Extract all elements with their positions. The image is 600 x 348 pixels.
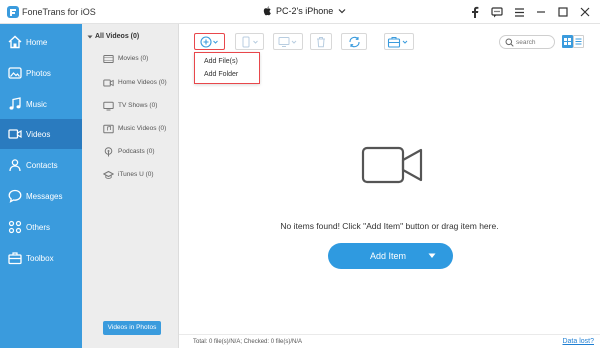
sidebar-item-home[interactable]: Home	[0, 27, 82, 57]
grid-view-icon	[564, 38, 571, 45]
sidebar-item-photos[interactable]: Photos	[0, 58, 82, 88]
menu-icon[interactable]	[512, 5, 526, 19]
category-all-videos[interactable]: All Videos (0)	[82, 30, 179, 44]
caret-down-icon[interactable]	[428, 253, 436, 259]
movie-icon	[103, 55, 114, 63]
sidebar-item-label: Contacts	[26, 161, 58, 170]
category-label: TV Shows (0)	[118, 102, 158, 109]
facebook-icon[interactable]	[468, 5, 482, 19]
search-box[interactable]	[499, 35, 555, 49]
refresh-button[interactable]	[341, 33, 367, 50]
music-icon	[9, 97, 21, 110]
list-view-icon	[575, 38, 582, 45]
app-logo-icon	[7, 6, 19, 18]
device-selector[interactable]: PC-2's iPhone	[263, 6, 347, 16]
podcast-icon	[104, 147, 113, 157]
sidebar-item-label: Toolbox	[26, 254, 54, 263]
toolbox-button[interactable]	[384, 33, 414, 50]
music-video-icon	[103, 124, 114, 134]
export-device-button[interactable]	[235, 33, 264, 50]
sidebar-item-label: Others	[26, 223, 51, 232]
export-pc-button[interactable]	[273, 33, 303, 50]
home-icon	[8, 35, 22, 49]
category-label: Podcasts (0)	[118, 148, 155, 155]
add-folder-option[interactable]: Add Folder	[204, 71, 238, 78]
category-podcasts[interactable]: Podcasts (0)	[82, 145, 179, 159]
category-tv-shows[interactable]: TV Shows (0)	[82, 99, 179, 113]
category-label: Home Videos (0)	[118, 79, 167, 86]
apple-icon	[263, 6, 271, 16]
messages-icon	[8, 189, 22, 203]
caret-down-icon	[87, 35, 93, 39]
category-itunes-u[interactable]: iTunes U (0)	[82, 168, 179, 182]
sidebar-item-messages[interactable]: Messages	[0, 181, 82, 211]
add-icon	[199, 35, 218, 48]
contacts-icon	[9, 159, 21, 172]
add-files-option[interactable]: Add File(s)	[204, 58, 238, 65]
others-icon	[8, 220, 22, 234]
search-icon	[505, 38, 514, 47]
maximize-icon[interactable]	[556, 5, 570, 19]
sidebar-item-label: Photos	[26, 69, 51, 78]
sidebar-item-others[interactable]: Others	[0, 212, 82, 242]
window-controls	[468, 5, 592, 19]
minimize-icon[interactable]	[534, 5, 548, 19]
category-label: Movies (0)	[118, 55, 149, 62]
delete-button[interactable]	[310, 33, 332, 50]
category-panel: All Videos (0) Movies (0) Home Videos (0…	[82, 24, 179, 348]
add-item-label: Add Item	[370, 251, 407, 261]
refresh-icon	[348, 36, 360, 47]
category-music-videos[interactable]: Music Videos (0)	[82, 122, 179, 136]
chevron-down-icon	[338, 9, 346, 14]
app-title: FoneTrans for iOS	[22, 7, 96, 17]
photos-icon	[8, 67, 22, 79]
video-camera-icon	[361, 146, 423, 184]
sidebar: Home Photos Music Videos Contacts Messag…	[0, 24, 82, 348]
videos-in-photos-button[interactable]: Videos in Photos	[103, 321, 161, 335]
main-panel: Add File(s) Add Folder No items found! C…	[179, 24, 600, 348]
add-button[interactable]	[194, 33, 225, 50]
status-bar: Total: 0 file(s)/N/A; Checked: 0 file(s)…	[179, 334, 600, 348]
sidebar-item-music[interactable]: Music	[0, 89, 82, 119]
sidebar-item-contacts[interactable]: Contacts	[0, 150, 82, 180]
home-video-icon	[103, 79, 114, 87]
trash-icon	[317, 36, 325, 47]
close-icon[interactable]	[578, 5, 592, 19]
empty-state-message: No items found! Click "Add Item" button …	[280, 221, 499, 231]
category-label: iTunes U (0)	[118, 171, 154, 178]
toolbox-icon	[387, 36, 408, 48]
add-dropdown-menu: Add File(s) Add Folder	[194, 52, 260, 84]
add-item-button[interactable]: Add Item	[328, 243, 453, 269]
grid-view-button[interactable]	[562, 35, 573, 48]
feedback-icon[interactable]	[490, 5, 504, 19]
category-header-label: All Videos (0)	[95, 33, 140, 40]
sidebar-item-label: Home	[26, 38, 48, 47]
sidebar-item-label: Videos	[26, 130, 51, 139]
list-view-button[interactable]	[573, 35, 584, 48]
itunes-u-icon	[103, 170, 114, 179]
search-input[interactable]	[516, 37, 552, 47]
computer-export-icon	[278, 36, 297, 47]
data-lost-link[interactable]: Data lost?	[562, 338, 594, 345]
category-label: Music Videos (0)	[118, 125, 167, 132]
sidebar-item-toolbox[interactable]: Toolbox	[0, 243, 82, 273]
category-home-videos[interactable]: Home Videos (0)	[82, 76, 179, 90]
video-icon	[8, 129, 22, 139]
sidebar-item-label: Messages	[26, 192, 63, 201]
sidebar-item-videos[interactable]: Videos	[0, 119, 82, 149]
title-bar: FoneTrans for iOS PC-2's iPhone	[0, 0, 600, 24]
tv-icon	[103, 101, 114, 111]
phone-export-icon	[242, 36, 258, 47]
sidebar-item-label: Music	[26, 100, 47, 109]
toolbox-icon	[8, 252, 22, 265]
status-text: Total: 0 file(s)/N/A; Checked: 0 file(s)…	[193, 339, 303, 345]
category-movies[interactable]: Movies (0)	[82, 52, 179, 66]
device-name: PC-2's iPhone	[276, 6, 334, 16]
